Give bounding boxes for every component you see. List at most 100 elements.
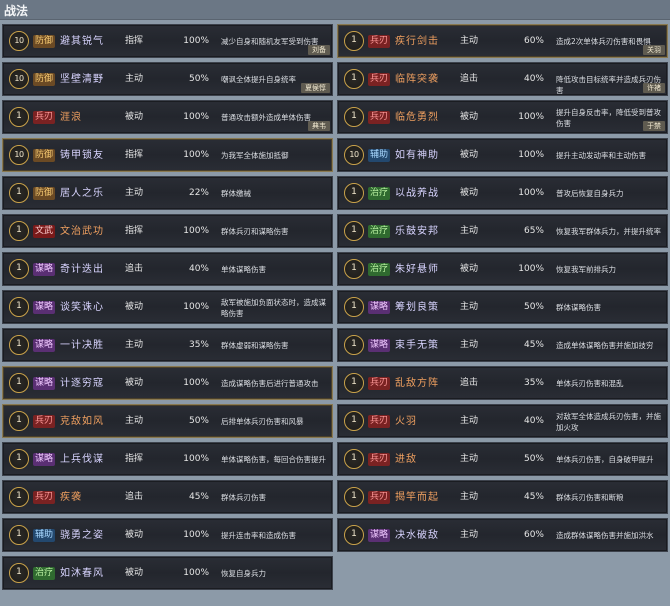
- tactic-category-tag: 谋略: [33, 263, 56, 276]
- tactic-name: 火羽: [395, 416, 417, 427]
- level-badge: 1: [344, 373, 364, 393]
- level-badge: 1: [344, 221, 364, 241]
- tactic-row[interactable]: 1 谋略 计逐穷寇 被动 100% 造成谋略伤害后进行普通攻击: [2, 366, 333, 400]
- tactic-row[interactable]: 1 兵刃 进敌 主动 50% 单体兵刃伤害，自身破甲提升: [337, 442, 668, 476]
- tactic-description: 群体谋略伤害: [556, 303, 601, 312]
- hero-source-badge: 关羽: [643, 45, 665, 55]
- tactic-row[interactable]: 1 谋略 一计决胜 主动 35% 群体虚弱和谋略伤害: [2, 328, 333, 362]
- tactic-row[interactable]: 1 谋略 上兵伐谋 指挥 100% 单体谋略伤害，每回合伤害提升: [2, 442, 333, 476]
- level-badge: 10: [9, 145, 29, 165]
- tactic-row[interactable]: 1 兵刃 克敌如风 主动 50% 后排单体兵刃伤害和风暴: [2, 404, 333, 438]
- tactic-row[interactable]: 1 谋略 谈笑诛心 被动 100% 敌军被施加负面状态时，造成谋略伤害: [2, 290, 333, 324]
- tactic-type: 追击: [125, 492, 144, 502]
- tactic-row[interactable]: 1 兵刃 揭竿而起 主动 45% 群体兵刃伤害和断粮: [337, 480, 668, 514]
- tactic-name: 避其锐气: [60, 36, 104, 47]
- tactic-name: 疾行剑击: [395, 36, 439, 47]
- tactic-category-tag: 谋略: [33, 301, 56, 314]
- tactic-description: 对敌军全体造成兵刃伤害，并施加火攻: [556, 412, 661, 432]
- tactic-row[interactable]: 10 防御 坚壁清野 主动 50% 嘲讽全体提升自身统率 夏侯惇: [2, 62, 333, 96]
- level-badge: 1: [344, 335, 364, 355]
- hero-source-badge: 夏侯惇: [301, 83, 330, 93]
- tactic-category-tag: 辅助: [368, 149, 391, 162]
- tactic-rate: 50%: [523, 302, 544, 312]
- tactic-category-tag: 治疗: [368, 263, 391, 276]
- tactic-row[interactable]: 1 防御 居人之乐 主动 22% 群体缴械: [2, 176, 333, 210]
- tactic-rate: 100%: [518, 112, 544, 122]
- tactic-description: 群体兵刃伤害和断粮: [556, 493, 624, 502]
- tactic-description: 造成单体谋略伤害并施加技穷: [556, 341, 654, 350]
- tactic-name: 决水破敌: [395, 530, 439, 541]
- tactic-category-tag: 防御: [33, 35, 56, 48]
- tactic-row[interactable]: 1 兵刃 乱敌方阵 追击 35% 单体兵刃伤害和混乱: [337, 366, 668, 400]
- tactic-name: 奇计迭出: [60, 264, 104, 275]
- level-badge: 1: [9, 411, 29, 431]
- tactic-description: 为我军全体施加抵御: [221, 151, 289, 160]
- tactic-type: 主动: [125, 340, 144, 350]
- tactic-description: 单体兵刃伤害和混乱: [556, 379, 624, 388]
- tactic-type: 主动: [460, 416, 479, 426]
- tactic-row[interactable]: 1 辅助 骁勇之姿 被动 100% 提升连击率和造成伤害: [2, 518, 333, 552]
- level-badge: 1: [344, 525, 364, 545]
- tactic-type: 主动: [460, 226, 479, 236]
- tactic-description: 造成谋略伤害后进行普通攻击: [221, 379, 319, 388]
- panel-header: 战法: [0, 0, 670, 20]
- tactic-row[interactable]: 1 兵刃 临危勇烈 被动 100% 提升自身反击率，降低受到普攻伤害 于禁: [337, 100, 668, 134]
- level-badge: 1: [9, 449, 29, 469]
- tactic-row[interactable]: 1 谋略 筹划良策 主动 50% 群体谋略伤害: [337, 290, 668, 324]
- tactic-type: 指挥: [125, 36, 144, 46]
- tactic-category-tag: 兵刃: [368, 377, 391, 390]
- tactic-description: 单体兵刃伤害，自身破甲提升: [556, 455, 654, 464]
- tactic-description: 群体兵刃伤害: [221, 493, 266, 502]
- tactic-name: 一计决胜: [60, 340, 104, 351]
- tactic-row[interactable]: 1 谋略 决水破敌 主动 60% 造成群体谋略伤害并施加洪水: [337, 518, 668, 552]
- tactic-row[interactable]: 1 谋略 奇计迭出 追击 40% 单体谋略伤害: [2, 252, 333, 286]
- tactic-row[interactable]: 1 兵刃 临阵突袭 追击 40% 降低攻击目标统率并造成兵刃伤害 许褚: [337, 62, 668, 96]
- tactic-category-tag: 谋略: [33, 377, 56, 390]
- tactic-type: 主动: [125, 74, 144, 84]
- tactic-category-tag: 兵刃: [368, 35, 391, 48]
- tactic-rate: 100%: [518, 188, 544, 198]
- tactic-rate: 45%: [188, 492, 209, 502]
- tactic-type: 主动: [125, 188, 144, 198]
- tactic-rate: 100%: [518, 150, 544, 160]
- level-badge: 1: [9, 107, 29, 127]
- tactic-type: 被动: [460, 188, 479, 198]
- tactic-row[interactable]: 10 防御 避其锐气 指挥 100% 减少自身和随机友军受到伤害 刘备: [2, 24, 333, 58]
- tactic-row[interactable]: 1 谋略 束手无策 主动 45% 造成单体谋略伤害并施加技穷: [337, 328, 668, 362]
- tactic-row[interactable]: 10 防御 铸甲锁友 指挥 100% 为我军全体施加抵御: [2, 138, 333, 172]
- tactic-row[interactable]: 1 兵刃 疾袭 追击 45% 群体兵刃伤害: [2, 480, 333, 514]
- tactic-type: 主动: [460, 302, 479, 312]
- tactic-row[interactable]: 1 兵刃 火羽 主动 40% 对敌军全体造成兵刃伤害，并施加火攻: [337, 404, 668, 438]
- tactic-type: 主动: [460, 454, 479, 464]
- tactic-row[interactable]: 10 辅助 如有神助 被动 100% 提升主动发动率和主动伤害: [337, 138, 668, 172]
- tactic-name: 坚壁清野: [60, 74, 104, 85]
- tactic-type: 主动: [125, 416, 144, 426]
- level-badge: 1: [344, 183, 364, 203]
- tactic-description: 群体兵刃和谋略伤害: [221, 227, 289, 236]
- tactic-description: 敌军被施加负面状态时，造成谋略伤害: [221, 298, 326, 318]
- level-badge: 1: [344, 487, 364, 507]
- tactic-rate: 40%: [188, 264, 209, 274]
- tactic-row[interactable]: 1 治疗 如沐春风 被动 100% 恢复自身兵力: [2, 556, 333, 590]
- level-badge: 10: [9, 69, 29, 89]
- level-badge: 1: [9, 525, 29, 545]
- tactic-category-tag: 兵刃: [33, 491, 56, 504]
- tactic-name: 乱敌方阵: [395, 378, 439, 389]
- tactic-type: 被动: [460, 150, 479, 160]
- tactic-rate: 100%: [183, 36, 209, 46]
- tactic-row[interactable]: 1 兵刃 疾行剑击 主动 60% 造成2次单体兵刃伤害和畏惧 关羽: [337, 24, 668, 58]
- tactic-row[interactable]: 1 文武 文治武功 指挥 100% 群体兵刃和谋略伤害: [2, 214, 333, 248]
- tactic-row[interactable]: 1 治疗 乐鼓安邦 主动 65% 恢复我军群体兵力，并提升统率: [337, 214, 668, 248]
- tactic-row[interactable]: 1 兵刃 涯浪 被动 100% 普通攻击额外造成单体伤害 典韦: [2, 100, 333, 134]
- tactic-category-tag: 兵刃: [368, 111, 391, 124]
- tactic-rate: 50%: [188, 416, 209, 426]
- tactic-type: 主动: [460, 340, 479, 350]
- tactic-description: 单体谋略伤害，每回合伤害提升: [221, 455, 326, 464]
- tactic-row[interactable]: 1 治疗 朱好悬师 被动 100% 恢复我军前排兵力: [337, 252, 668, 286]
- level-badge: 10: [344, 145, 364, 165]
- level-badge: 10: [9, 31, 29, 51]
- level-badge: 1: [9, 183, 29, 203]
- level-badge: 1: [344, 297, 364, 317]
- tactic-row[interactable]: 1 治疗 以战养战 被动 100% 普攻后恢复自身兵力: [337, 176, 668, 210]
- tactic-description: 单体谋略伤害: [221, 265, 266, 274]
